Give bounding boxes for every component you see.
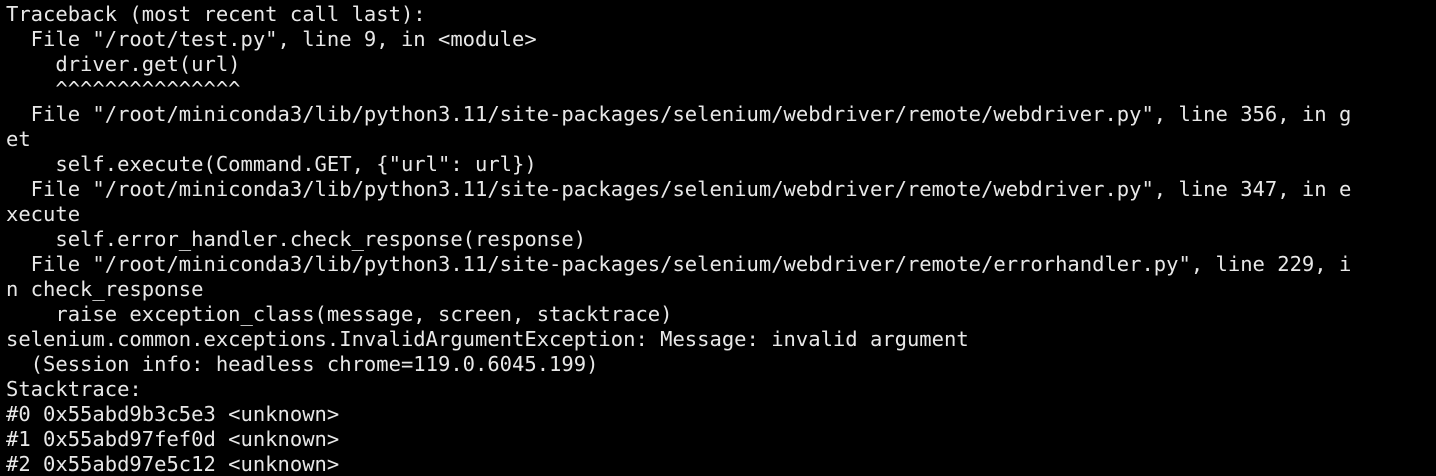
terminal-line: raise exception_class(message, screen, s… [6,302,673,326]
terminal-line: ^^^^^^^^^^^^^^^ [6,77,241,101]
terminal-line: Traceback (most recent call last): [6,2,426,26]
terminal-line: Stacktrace: [6,377,142,401]
terminal-line: File "/root/miniconda3/lib/python3.11/si… [6,177,1352,201]
terminal-line: self.error_handler.check_response(respon… [6,227,587,251]
terminal-line: File "/root/miniconda3/lib/python3.11/si… [6,252,1352,276]
terminal-line: n check_response [6,277,204,301]
terminal-line: #2 0x55abd97e5c12 <unknown> [6,452,340,476]
terminal-line: #0 0x55abd9b3c5e3 <unknown> [6,402,340,426]
terminal-line: et [6,127,31,151]
terminal-line: selenium.common.exceptions.InvalidArgume… [6,327,969,351]
terminal-line: self.execute(Command.GET, {"url": url}) [6,152,537,176]
terminal-line: #1 0x55abd97fef0d <unknown> [6,427,340,451]
terminal-line: File "/root/miniconda3/lib/python3.11/si… [6,102,1352,126]
terminal-line: (Session info: headless chrome=119.0.604… [6,352,599,376]
terminal-line: xecute [6,202,81,226]
terminal-line: driver.get(url) [6,52,241,76]
terminal-output[interactable]: Traceback (most recent call last): File … [0,0,1436,476]
terminal-line: File "/root/test.py", line 9, in <module… [6,27,537,51]
